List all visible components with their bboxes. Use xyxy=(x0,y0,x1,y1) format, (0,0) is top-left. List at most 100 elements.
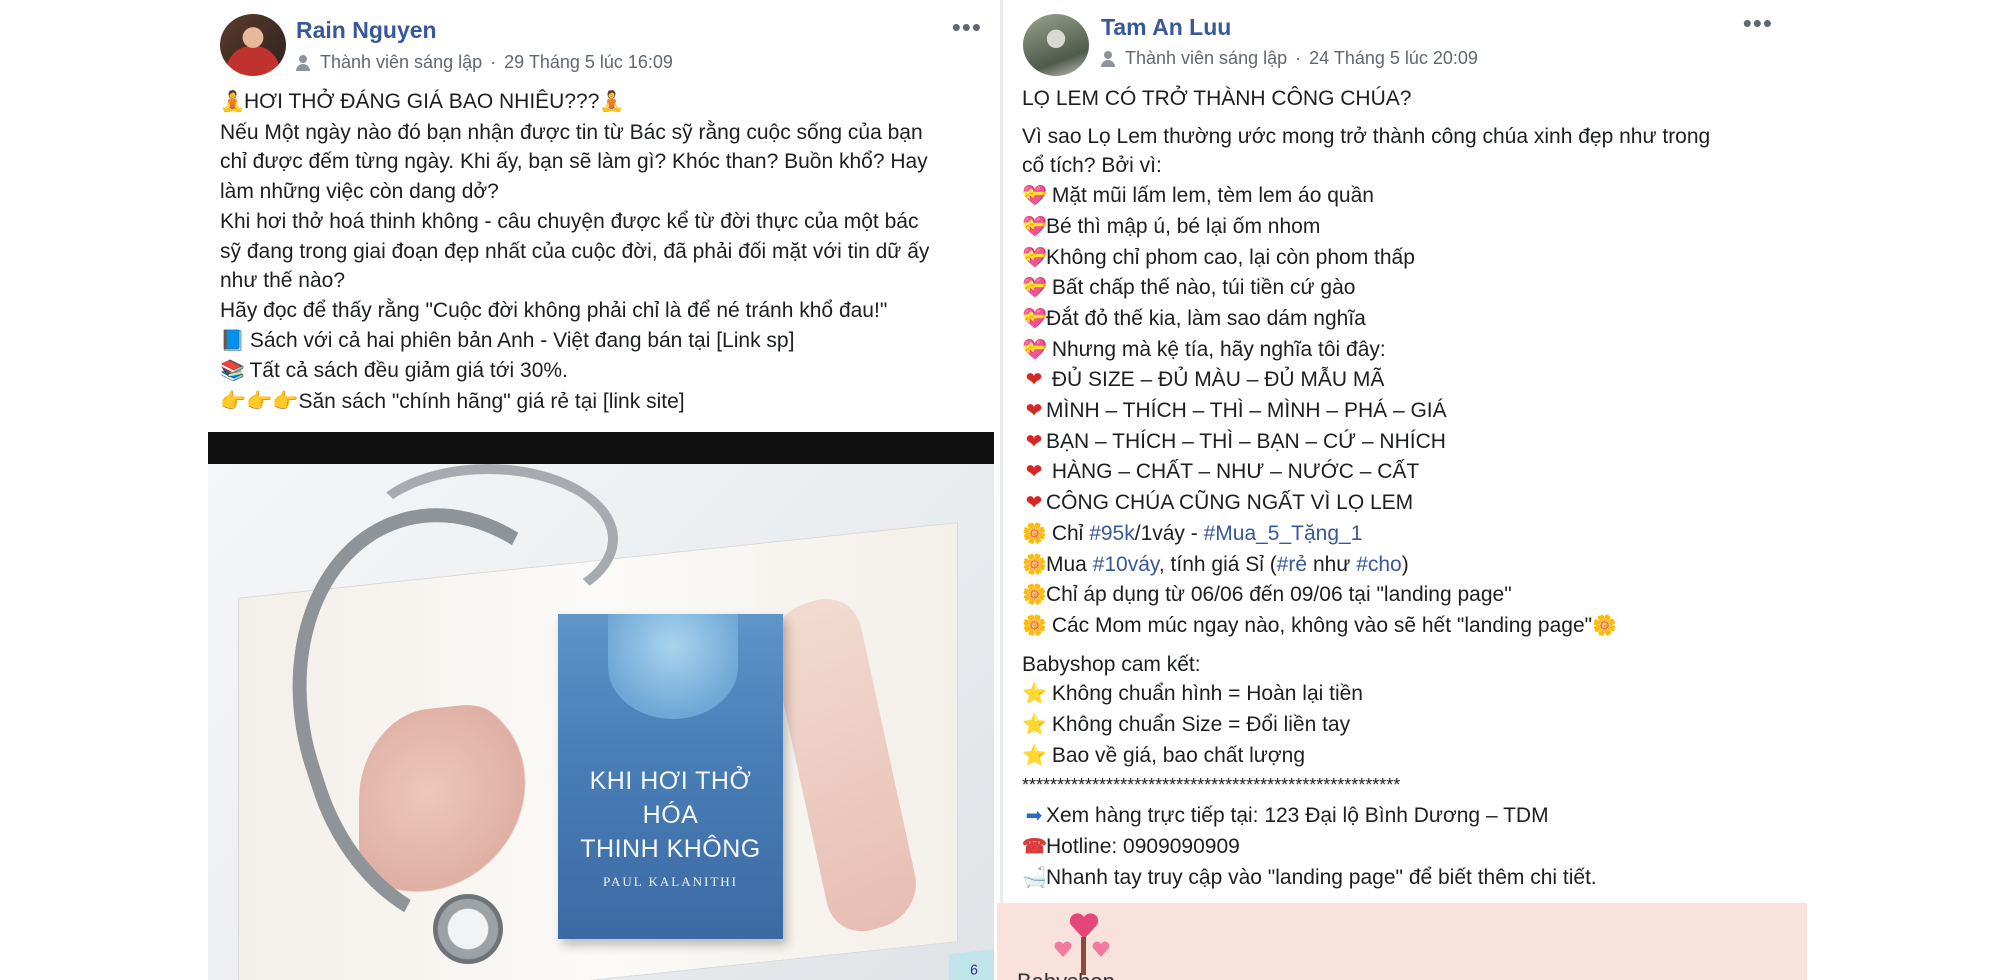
pointing-hands-icon: 👉👉👉 xyxy=(220,390,299,414)
line-text: ĐỦ SIZE – ĐỦ MÀU – ĐỦ MẪU MÃ xyxy=(1046,368,1385,392)
line-text: BẠN – THÍCH – THÌ – BẠN – CỨ – NHÍCH xyxy=(1046,429,1446,453)
line-text: Đắt đỏ thế kia, làm sao dám nghĩa xyxy=(1046,306,1366,330)
avatar[interactable] xyxy=(1023,14,1089,76)
book-cover: KHI HƠI THỞ HÓA THINH KHÔNG PAUL KALANIT… xyxy=(558,614,783,939)
promo-line: 🌼Chỉ áp dụng từ 06/06 đến 09/06 tại "lan… xyxy=(1022,580,1779,611)
member-role[interactable]: Thành viên sáng lập xyxy=(1125,48,1287,69)
author-name[interactable]: Rain Nguyen xyxy=(296,17,437,44)
post-line: làm những việc còn dang dở? xyxy=(220,180,499,204)
post-meta: Thành viên sáng lập · 29 Tháng 5 lúc 16:… xyxy=(296,52,673,73)
post-line: chỉ được đếm từng ngày. Khi ấy, bạn sẽ l… xyxy=(220,150,928,174)
post-line-books: 📚 Tất cả sách đều giảm giá tới 30%. xyxy=(220,356,976,387)
star-icon: ⭐ xyxy=(1022,714,1047,737)
line-text: ) xyxy=(1401,552,1409,576)
banner-text: Babyshop xyxy=(1017,969,1115,980)
hashtag-link[interactable]: #10váy xyxy=(1093,553,1159,576)
line-text: Chỉ áp dụng từ 06/06 đến 09/06 tại "land… xyxy=(1046,583,1512,607)
hashtag-link[interactable]: #rẻ xyxy=(1277,553,1307,576)
pink-heart-icon: 💝 xyxy=(1022,246,1047,269)
star-icon: ⭐ xyxy=(1022,744,1047,767)
avatar[interactable] xyxy=(220,14,286,76)
post-time[interactable]: 24 Tháng 5 lúc 20:09 xyxy=(1309,48,1478,69)
meta-separator: · xyxy=(490,52,497,72)
member-role[interactable]: Thành viên sáng lập xyxy=(320,52,482,73)
flower-icon: 🌼 xyxy=(1022,522,1047,545)
pink-heart-icon: 💝 xyxy=(1022,185,1047,208)
red-heart-line: ❤ BẠN – THÍCH – THÌ – BẠN – CỨ – NHÍCH xyxy=(1022,427,1779,458)
line-text: Mua xyxy=(1046,552,1093,576)
post-line: như thế nào? xyxy=(220,269,345,293)
book-title-line: KHI HƠI THỞ xyxy=(589,767,752,795)
flower-icon: 🌼 xyxy=(1592,614,1617,637)
post-time[interactable]: 29 Tháng 5 lúc 16:09 xyxy=(504,52,673,73)
star-icon: ⭐ xyxy=(1022,683,1047,706)
red-heart-line: ❤ ĐỦ SIZE – ĐỦ MÀU – ĐỦ MẪU MÃ xyxy=(1022,365,1779,396)
red-heart-icon: ❤ xyxy=(1025,492,1043,515)
post-line: Khi hơi thở hoá thinh không - câu chuyện… xyxy=(220,209,919,233)
contact-hotline: ☎Hotline: 0909090909 xyxy=(1022,832,1779,863)
post-photo-banner[interactable]: Babyshop xyxy=(997,903,1807,980)
commit-line: ⭐ Không chuẩn hình = Hoàn lại tiền xyxy=(1022,679,1779,710)
line-text: Hotline: 0909090909 xyxy=(1046,834,1240,858)
photo-scene: 6 KHI HƠI THỞ HÓA THINH KHÔNG PAUL KALAN… xyxy=(208,463,994,980)
line-text: Bao về giá, bao chất lượng xyxy=(1046,743,1305,767)
red-heart-icon: ❤ xyxy=(1025,461,1043,484)
flower-icon: 🌼 xyxy=(1022,553,1047,576)
phone-icon: ☎ xyxy=(1022,835,1047,858)
post-line: cổ tích? Bởi vì: xyxy=(1022,154,1162,178)
post-text: 🧘HƠI THỞ ĐÁNG GIÁ BAO NHIÊU???🧘 Nếu Một … xyxy=(220,87,976,417)
more-options-icon[interactable]: ••• xyxy=(952,14,982,40)
line-text: CÔNG CHÚA CŨNG NGẤT VÌ LỌ LEM xyxy=(1046,491,1414,515)
pink-heart-icon: 💝 xyxy=(1022,307,1047,330)
line-text: Nhưng mà kệ tía, hãy nghĩa tôi đây: xyxy=(1046,337,1386,361)
pink-heart-line: 💝Đắt đỏ thế kia, làm sao dám nghĩa xyxy=(1022,304,1779,335)
red-heart-icon: ❤ xyxy=(1025,430,1043,453)
meditation-icon: 🧘 xyxy=(220,91,245,113)
author-name[interactable]: Tam An Luu xyxy=(1101,14,1231,41)
line-text: Tất cả sách đều giảm giá tới 30%. xyxy=(244,359,568,383)
line-text: Không chuẩn Size = Đổi liền tay xyxy=(1046,713,1351,737)
line-text: HÀNG – CHẤT – NHƯ – NƯỚC – CẤT xyxy=(1046,460,1420,484)
blue-book-icon: 📘 xyxy=(220,329,245,352)
member-icon xyxy=(296,54,314,71)
books-icon: 📚 xyxy=(220,360,245,383)
pink-heart-line: 💝 Mặt mũi lấm lem, tèm lem áo quần xyxy=(1022,181,1779,212)
red-heart-line: ❤ HÀNG – CHẤT – NHƯ – NƯỚC – CẤT xyxy=(1022,457,1779,488)
pink-heart-line: 💝 Bất chấp thế nào, túi tiền cứ gào xyxy=(1022,273,1779,304)
line-text: Chỉ xyxy=(1046,521,1090,545)
line-text: Bất chấp thế nào, túi tiền cứ gào xyxy=(1046,276,1356,300)
contact-address: ➡ Xem hàng trực tiếp tại: 123 Đại lộ Bình… xyxy=(1022,801,1779,832)
book-author: PAUL KALANITHI xyxy=(602,874,738,889)
post-line: Vì sao Lọ Lem thường ước mong trở thành … xyxy=(1022,124,1711,148)
pink-heart-line: 💝Không chỉ phom cao, lại còn phom thấp xyxy=(1022,243,1779,274)
hashtag-link[interactable]: #cho xyxy=(1356,553,1402,576)
more-options-icon[interactable]: ••• xyxy=(1743,10,1773,36)
line-text: , tính giá Sỉ ( xyxy=(1158,552,1277,576)
line-text: Mặt mũi lấm lem, tèm lem áo quần xyxy=(1046,184,1374,208)
line-text: như xyxy=(1307,552,1357,576)
column-divider xyxy=(1000,0,1003,980)
commit-title: Babyshop cam kết: xyxy=(1022,652,1201,676)
heart-icon xyxy=(1070,913,1098,939)
promo-line: 🌼 Chỉ #95k/1váy - #Mua_5_Tặng_1 xyxy=(1022,519,1779,550)
post-photo[interactable]: 6 KHI HƠI THỞ HÓA THINH KHÔNG PAUL KALAN… xyxy=(208,432,994,980)
commit-line: ⭐ Bao về giá, bao chất lượng xyxy=(1022,741,1779,772)
pink-heart-line: 💝Bé thì mập ú, bé lại ốm nhom xyxy=(1022,212,1779,243)
post-line-book: 📘 Sách với cả hai phiên bản Anh - Việt đ… xyxy=(220,326,976,357)
title-text: HƠI THỞ ĐÁNG GIÁ BAO NHIÊU??? xyxy=(244,90,600,113)
line-text: Săn sách "chính hãng" giá rẻ tại [link s… xyxy=(298,390,685,414)
hashtag-link[interactable]: #Mua_5_Tặng_1 xyxy=(1204,522,1363,545)
hashtag-link[interactable]: #95k xyxy=(1089,522,1135,545)
photo-top-bar xyxy=(208,432,994,464)
line-text: /1váy - xyxy=(1134,521,1204,545)
promo-line: 🌼Mua #10váy, tính giá Sỉ (#rẻ như #cho) xyxy=(1022,550,1779,581)
post-text: LỌ LEM CÓ TRỞ THÀNH CÔNG CHÚA? Vì sao Lọ… xyxy=(1022,84,1779,893)
post-header: Tam An Luu Thành viên sáng lập · 24 Thán… xyxy=(1011,0,1797,80)
post-line: Hãy đọc để thấy rằng "Cuộc đời không phả… xyxy=(220,298,888,322)
red-heart-line: ❤ MÌNH – THÍCH – THÌ – MÌNH – PHÁ – GIÁ xyxy=(1022,396,1779,427)
line-text: Sách với cả hai phiên bản Anh - Việt đan… xyxy=(244,328,795,352)
line-text: Các Mom múc ngay nào, không vào sẽ hết "… xyxy=(1046,613,1593,637)
post-line: sỹ đang trong giai đoạn đẹp nhất của cuộ… xyxy=(220,239,930,263)
post-meta: Thành viên sáng lập · 24 Tháng 5 lúc 20:… xyxy=(1101,48,1478,69)
post-line-title: 🧘HƠI THỞ ĐÁNG GIÁ BAO NHIÊU???🧘 xyxy=(220,87,976,118)
